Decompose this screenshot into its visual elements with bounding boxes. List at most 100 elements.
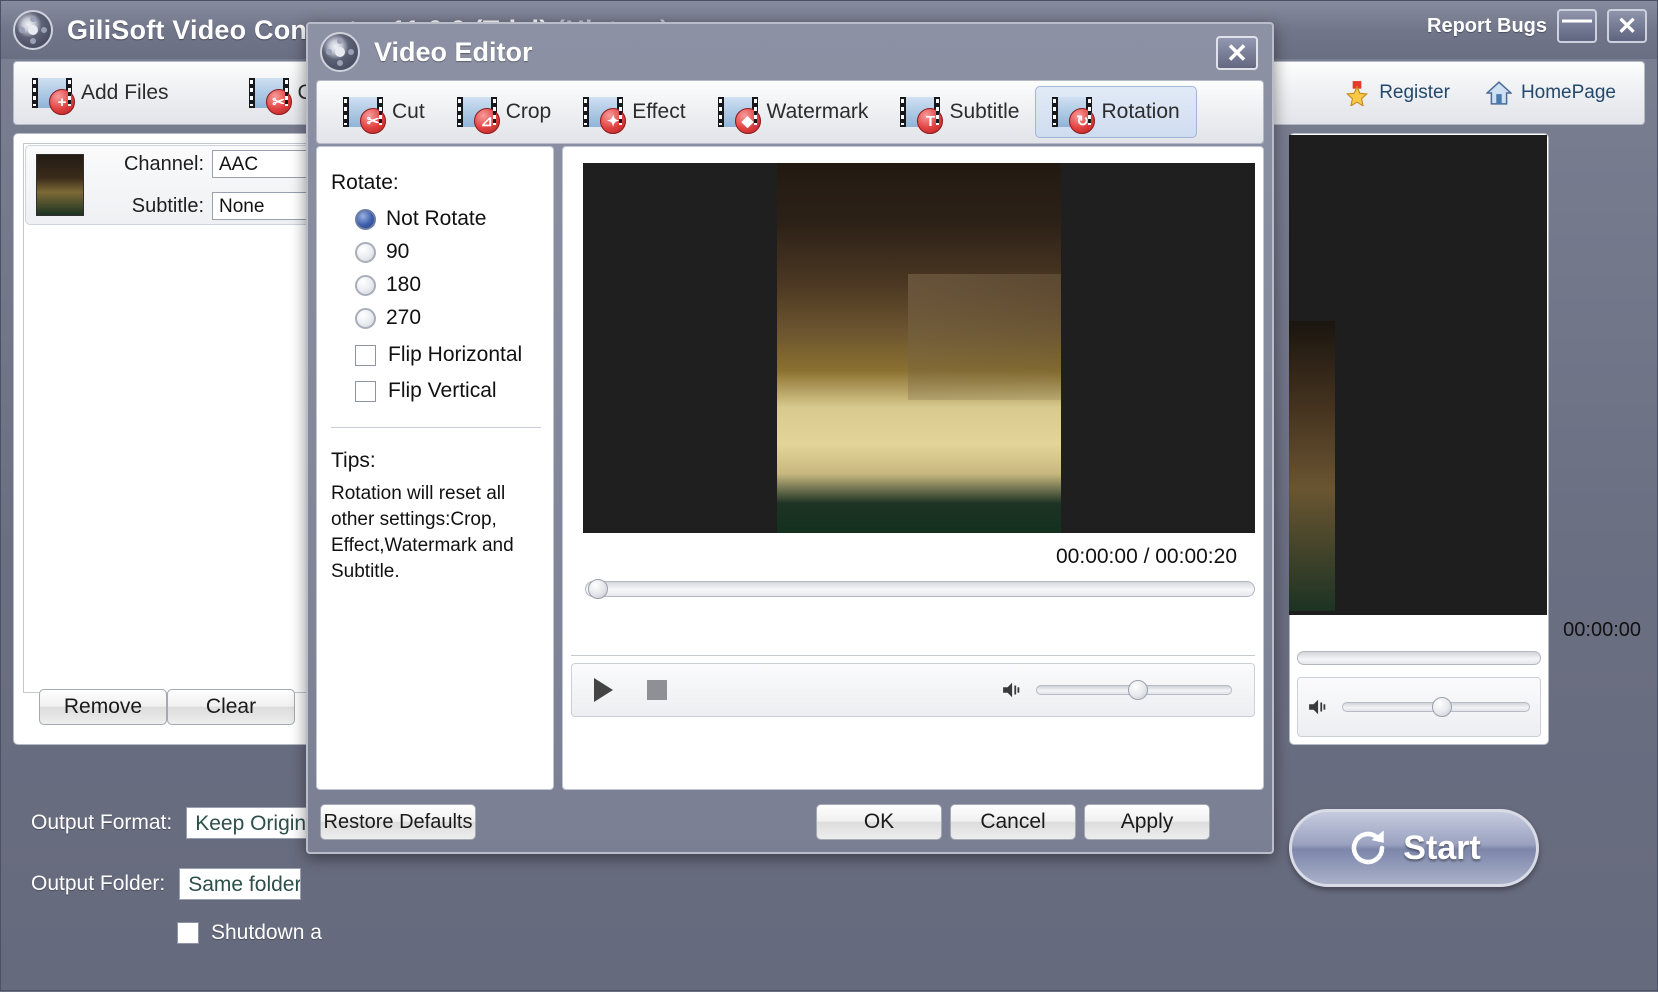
tab-crop[interactable]: ⊿ Crop [441, 86, 568, 138]
preview-volume-knob[interactable] [1432, 697, 1452, 717]
seek-slider[interactable] [585, 581, 1255, 597]
film-reel-icon [13, 10, 53, 50]
speaker-icon [1308, 698, 1330, 716]
checkbox-label-flip-vertical: Flip Vertical [388, 379, 497, 403]
toolbar-item-register[interactable]: Register [1326, 67, 1468, 119]
clear-button[interactable]: Clear [167, 689, 295, 725]
report-bugs-link[interactable]: Report Bugs [1427, 15, 1547, 38]
transport-divider [571, 655, 1255, 656]
toolbar-item-homepage[interactable]: HomePage [1468, 67, 1634, 119]
radio-indicator[interactable] [355, 209, 376, 230]
tab-subtitle[interactable]: T Subtitle [884, 86, 1035, 138]
checkbox-flip-horizontal[interactable]: Flip Horizontal [355, 343, 522, 367]
magic-wand-icon: ✦ [583, 97, 623, 127]
preview-time: 00:00:00 [1563, 619, 1641, 642]
add-files-icon: + [32, 78, 72, 108]
channel-label: Channel: [108, 153, 204, 176]
radio-indicator[interactable] [355, 308, 376, 329]
scissors-badge-icon: ✂ [360, 108, 386, 134]
text-badge-icon: T [917, 108, 943, 134]
radio-label-180: 180 [386, 273, 421, 297]
checkbox-label-flip-horizontal: Flip Horizontal [388, 343, 522, 367]
radio-not-rotate[interactable]: Not Rotate [355, 207, 486, 231]
tab-label-cut: Cut [392, 100, 425, 124]
checkbox-flip-vertical[interactable]: Flip Vertical [355, 379, 497, 403]
dialog-title: Video Editor [374, 37, 533, 68]
toolbar-item-add-files[interactable]: + Add Files [14, 67, 187, 119]
radio-90[interactable]: 90 [355, 240, 409, 264]
close-button[interactable]: ✕ [1607, 9, 1647, 43]
preview-controls [1297, 677, 1541, 737]
tab-label-watermark: Watermark [767, 100, 869, 124]
toolbar-label-homepage: HomePage [1521, 82, 1616, 104]
tab-cut[interactable]: ✂ Cut [327, 86, 441, 138]
toolbar-label-register: Register [1379, 82, 1450, 104]
restore-defaults-button[interactable]: Restore Defaults [320, 804, 476, 840]
radio-indicator[interactable] [355, 275, 376, 296]
tab-label-crop: Crop [506, 100, 552, 124]
tab-label-effect: Effect [632, 100, 685, 124]
apply-button[interactable]: Apply [1084, 804, 1210, 840]
dialog-titlebar: Video Editor ✕ [308, 24, 1272, 80]
transport-controls [571, 663, 1255, 717]
checkbox-indicator[interactable] [355, 381, 376, 402]
play-button[interactable] [594, 678, 613, 702]
shutdown-label: Shutdown a [211, 921, 322, 945]
shutdown-checkbox[interactable] [177, 922, 199, 944]
preview-seek-bar[interactable] [1297, 651, 1541, 665]
volume-slider[interactable] [1036, 685, 1232, 695]
seek-knob[interactable] [588, 579, 608, 599]
volume-knob[interactable] [1128, 680, 1148, 700]
video-stage[interactable] [583, 163, 1255, 533]
droplet-badge-icon: ◆ [735, 108, 761, 134]
droplet-icon: ◆ [718, 97, 758, 127]
radio-270[interactable]: 270 [355, 306, 421, 330]
remove-button[interactable]: Remove [39, 689, 167, 725]
tab-label-subtitle: Subtitle [949, 100, 1019, 124]
output-format-row: Output Format: Keep Original [31, 807, 308, 839]
stop-button[interactable] [647, 680, 667, 700]
minimize-button[interactable]: — [1557, 9, 1597, 43]
speaker-icon [1002, 681, 1024, 699]
scissors-icon: ✂ [343, 97, 383, 127]
pane-divider [331, 427, 541, 428]
tips-heading: Tips: [331, 449, 376, 473]
radio-indicator[interactable] [355, 242, 376, 263]
dialog-body: Rotate: Not Rotate 90 180 270 Flip Horiz… [316, 146, 1264, 790]
ok-button[interactable]: OK [816, 804, 942, 840]
cancel-button[interactable]: Cancel [950, 804, 1076, 840]
dialog-tabs: ✂ Cut ⊿ Crop ✦ Effect ◆ Watermark T [316, 80, 1264, 144]
text-icon: T [900, 97, 940, 127]
toolbar-label-add-files: Add Files [81, 81, 169, 105]
time-readout: 00:00:00 / 00:00:20 [1056, 545, 1237, 569]
start-button[interactable]: Start [1289, 809, 1539, 887]
preview-volume-slider[interactable] [1342, 702, 1530, 712]
dialog-close-button[interactable]: ✕ [1216, 36, 1258, 70]
preview-video-image [1289, 321, 1335, 611]
tab-effect[interactable]: ✦ Effect [567, 86, 701, 138]
radio-label-not-rotate: Not Rotate [386, 207, 486, 231]
scissors-icon: ✂ [249, 78, 289, 108]
rotate-heading: Rotate: [331, 171, 399, 195]
rotation-options-pane: Rotate: Not Rotate 90 180 270 Flip Horiz… [316, 146, 554, 790]
home-icon [1486, 80, 1512, 106]
refresh-arrow-icon [1347, 827, 1389, 869]
tips-text: Rotation will reset all other settings:C… [331, 481, 545, 585]
checkbox-indicator[interactable] [355, 345, 376, 366]
scissors-badge-icon: ✂ [266, 89, 292, 115]
preview-pane: 00:00:00 / 00:00:20 [562, 146, 1264, 790]
rotation-icon: ↻ [1052, 97, 1092, 127]
tab-watermark[interactable]: ◆ Watermark [702, 86, 885, 138]
radio-180[interactable]: 180 [355, 273, 421, 297]
subtitle-label: Subtitle: [108, 195, 204, 218]
rotation-badge-icon: ↻ [1069, 108, 1095, 134]
tab-label-rotation: Rotation [1101, 100, 1179, 124]
star-icon [1344, 80, 1370, 106]
tab-rotation[interactable]: ↻ Rotation [1035, 86, 1196, 138]
titlebar-right-group: Report Bugs — ✕ [1427, 9, 1647, 43]
output-folder-input[interactable]: Same folder a [179, 868, 301, 900]
shutdown-row[interactable]: Shutdown a [177, 921, 322, 945]
output-format-label: Output Format: [31, 811, 172, 835]
output-format-input[interactable]: Keep Original [186, 807, 308, 839]
wand-badge-icon: ✦ [600, 108, 626, 134]
